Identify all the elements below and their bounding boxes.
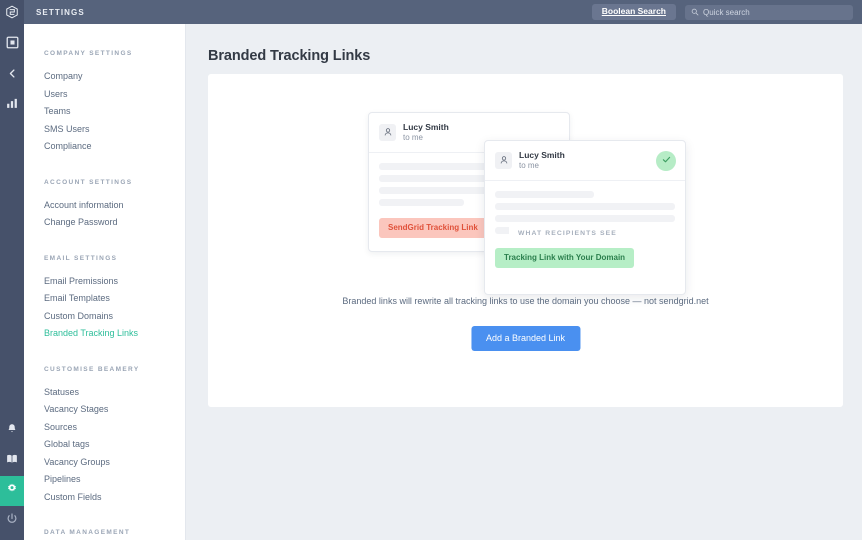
app-logo[interactable]: [0, 0, 24, 24]
person-icon: [499, 152, 509, 170]
skeleton-line: [495, 191, 594, 199]
check-circle-icon: [661, 152, 672, 170]
main-content: Branded Tracking Links Lucy Smith to me …: [186, 24, 862, 540]
rail-item-notifications[interactable]: [0, 416, 24, 446]
sidebar-item-compliance[interactable]: Compliance: [24, 138, 185, 156]
sidebar-item-global-tags[interactable]: Global tags: [24, 436, 185, 454]
panel-caption: Branded links will rewrite all tracking …: [342, 296, 709, 306]
email-card-sender: Lucy Smith to me: [519, 150, 565, 171]
nav-heading-email: EMAIL SETTINGS: [44, 254, 118, 262]
boolean-search-button[interactable]: Boolean Search: [591, 3, 676, 21]
nav-heading-data-management: DATA MANAGEMENT: [44, 529, 131, 536]
nav-group-company: COMPANY SETTINGS Company Users Teams SMS…: [24, 50, 185, 156]
avatar: [379, 124, 396, 141]
sidebar-item-change-password[interactable]: Change Password: [24, 214, 185, 232]
sidebar-item-custom-fields[interactable]: Custom Fields: [24, 489, 185, 507]
email-card-body: WHAT RECIPIENTS SEE Tracking Link with Y…: [485, 181, 685, 269]
rail-item-knowledge[interactable]: [0, 446, 24, 476]
person-icon: [383, 124, 393, 142]
what-recipients-see-label: WHAT RECIPIENTS SEE: [509, 225, 626, 243]
status-badge: [656, 150, 676, 171]
page-title: Branded Tracking Links: [208, 48, 371, 64]
skeleton-line: [379, 199, 464, 207]
sidebar-item-account-information[interactable]: Account information: [24, 197, 185, 215]
skeleton-line: [495, 203, 675, 211]
sidebar-item-users[interactable]: Users: [24, 86, 185, 104]
branded-tracking-link-badge: Tracking Link with Your Domain: [495, 248, 635, 269]
rail-item-dashboard[interactable]: [0, 30, 24, 60]
nav-group-data-management: DATA MANAGEMENT: [24, 529, 185, 536]
avatar: [495, 152, 512, 169]
sidebar-item-pipelines[interactable]: Pipelines: [24, 471, 185, 489]
sidebar-item-email-templates[interactable]: Email Templates: [24, 290, 185, 308]
sidebar-item-custom-domains[interactable]: Custom Domains: [24, 308, 185, 326]
quick-search-field[interactable]: [685, 3, 853, 21]
settings-sidebar: COMPANY SETTINGS Company Users Teams SMS…: [24, 24, 186, 540]
nav-group-account: ACCOUNT SETTINGS Account information Cha…: [24, 179, 185, 232]
top-header: SETTINGS Boolean Search: [0, 0, 862, 24]
rail-top-group: [0, 24, 24, 120]
nav-heading-customise: CUSTOMISE BEAMERY: [44, 365, 140, 373]
rail-item-settings[interactable]: [0, 476, 24, 506]
content-panel: Lucy Smith to me SendGrid Tracking Link: [208, 74, 843, 407]
sendgrid-tracking-link-badge: SendGrid Tracking Link: [379, 218, 487, 239]
email-card-header: Lucy Smith to me: [485, 141, 685, 182]
email-card-sender: Lucy Smith to me: [403, 122, 449, 143]
recipient-line: to me: [403, 132, 424, 142]
sidebar-item-email-premissions[interactable]: Email Premissions: [24, 273, 185, 291]
bell-icon: [6, 422, 18, 440]
icon-rail: [0, 24, 24, 540]
nav-heading-account: ACCOUNT SETTINGS: [44, 178, 133, 186]
sidebar-item-statuses[interactable]: Statuses: [24, 384, 185, 402]
bar-chart-icon: [6, 96, 18, 114]
nav-group-email: EMAIL SETTINGS Email Premissions Email T…: [24, 255, 185, 343]
sender-name: Lucy Smith: [403, 122, 449, 132]
app-root: SETTINGS Boolean Search Quick search COM…: [0, 0, 862, 540]
square-outline-icon: [6, 36, 19, 54]
sidebar-item-vacancy-groups[interactable]: Vacancy Groups: [24, 454, 185, 472]
search-input[interactable]: [703, 7, 847, 17]
tracking-link-illustration: Lucy Smith to me SendGrid Tracking Link: [208, 74, 843, 295]
header-title: SETTINGS: [36, 7, 85, 17]
nav-heading-company: COMPANY SETTINGS: [44, 50, 133, 57]
sender-name: Lucy Smith: [519, 150, 565, 160]
rail-item-analytics[interactable]: [0, 90, 24, 120]
sidebar-item-vacancy-stages[interactable]: Vacancy Stages: [24, 401, 185, 419]
rail-bottom-group: [0, 416, 24, 536]
chevron-left-icon: [7, 66, 18, 84]
skeleton-line: [495, 215, 675, 223]
beamery-cube-logo-icon: [5, 5, 19, 19]
sidebar-item-branded-tracking-links[interactable]: Branded Tracking Links: [24, 325, 185, 343]
header-actions: Boolean Search: [591, 3, 862, 21]
power-icon: [6, 512, 18, 530]
sidebar-item-company[interactable]: Company: [24, 68, 185, 86]
search-icon: [691, 3, 699, 21]
gear-icon: [6, 482, 18, 500]
sidebar-item-sources[interactable]: Sources: [24, 419, 185, 437]
recipient-line: to me: [519, 160, 540, 170]
nav-group-customise: CUSTOMISE BEAMERY Statuses Vacancy Stage…: [24, 366, 185, 507]
rail-item-collapse[interactable]: [0, 60, 24, 90]
sidebar-item-sms-users[interactable]: SMS Users: [24, 121, 185, 139]
rail-item-logout[interactable]: [0, 506, 24, 536]
book-icon: [6, 452, 18, 470]
sidebar-item-teams[interactable]: Teams: [24, 103, 185, 121]
add-branded-link-button[interactable]: Add a Branded Link: [470, 326, 581, 351]
email-card-branded: Lucy Smith to me WHAT RECIPIENTS SEE Tra…: [484, 140, 686, 295]
